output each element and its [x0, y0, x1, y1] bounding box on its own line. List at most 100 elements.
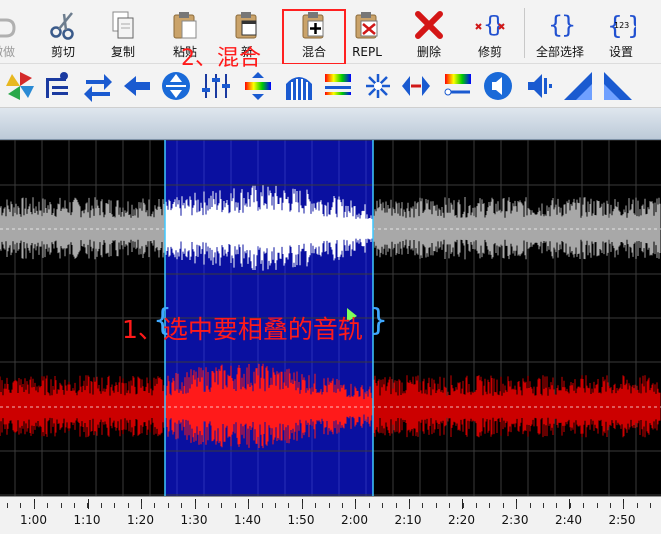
- select-all-button[interactable]: { } 全部选择: [530, 4, 590, 62]
- ruler-minor-tick: [342, 503, 343, 508]
- ruler-minor-tick: [409, 503, 410, 508]
- expand-vertical-icon[interactable]: [160, 70, 192, 102]
- ruler-minor-tick: [33, 503, 35, 508]
- ruler-minor-tick: [476, 503, 477, 508]
- selection-end-handle: }: [369, 303, 388, 338]
- effects-toolbar: [0, 64, 661, 108]
- cut-label: 剪切: [50, 45, 75, 59]
- settings-icon-text: 123: [614, 21, 629, 30]
- new-document-icon: [235, 12, 257, 39]
- undo-label: 撤做: [0, 45, 15, 59]
- ruler-minor-tick: [87, 503, 89, 508]
- ruler-minor-tick: [382, 503, 384, 508]
- copy-button[interactable]: 复制: [94, 4, 152, 62]
- replace-button[interactable]: REPL: [338, 4, 396, 62]
- ruler-minor-tick: [569, 503, 571, 508]
- ruler-minor-tick: [100, 503, 102, 508]
- copy-icon: [112, 11, 134, 39]
- ruler-minor-tick: [610, 503, 611, 508]
- noise-reduction-icon[interactable]: [362, 70, 394, 102]
- reverb-icon[interactable]: [283, 70, 315, 102]
- undo-button[interactable]: 撤做: [0, 4, 32, 62]
- time-ruler[interactable]: 1:00 1:10 1:20 1:30 1:40 1:50 2:00 2:10 2:20 2:30…: [0, 496, 661, 534]
- delete-label: 删除: [416, 45, 441, 59]
- ruler-minor-tick: [502, 503, 504, 508]
- effects-pinwheel-icon[interactable]: [4, 70, 36, 102]
- clipboard-icon: [173, 12, 197, 39]
- music-note-icon[interactable]: [42, 70, 74, 102]
- cut-button[interactable]: 剪切: [34, 4, 92, 62]
- equalizer-icon[interactable]: [200, 70, 232, 102]
- select-all-icon: { }: [548, 11, 575, 39]
- replace-label: REPL: [352, 45, 382, 59]
- ruler-label: 1:20: [127, 513, 154, 527]
- copy-label: 复制: [110, 45, 135, 59]
- arrow-left-icon[interactable]: [120, 70, 152, 102]
- trim-label: 修剪: [477, 45, 502, 59]
- delete-button[interactable]: 删除: [400, 4, 458, 62]
- ruler-minor-tick: [650, 503, 652, 508]
- ruler-minor-tick: [422, 503, 424, 508]
- trim-button[interactable]: { } 修剪: [461, 4, 519, 62]
- ruler-minor-tick: [114, 503, 116, 508]
- settings-button[interactable]: { } 123 设置: [592, 4, 650, 62]
- ruler-minor-tick: [127, 503, 129, 508]
- ruler-minor-tick: [154, 503, 156, 508]
- mix-button-highlight-box: [282, 9, 346, 65]
- ruler-minor-tick: [516, 503, 518, 508]
- ruler-minor-tick: [543, 503, 544, 508]
- ruler-minor-tick: [248, 503, 250, 508]
- swap-arrows-icon[interactable]: [82, 70, 114, 102]
- spectrum-icon[interactable]: [322, 70, 354, 102]
- ruler-minor-tick: [234, 503, 236, 508]
- settings-label: 设置: [608, 45, 633, 59]
- ruler-minor-tick: [7, 503, 8, 508]
- audio-editor-window: 撤做 剪切 复制: [0, 0, 661, 534]
- settings-icon: { } 123: [607, 11, 636, 40]
- ruler-label: 2:00: [341, 513, 368, 527]
- ruler-minor-tick: [435, 503, 437, 508]
- delete-icon: [415, 11, 443, 39]
- normalize-icon[interactable]: [400, 70, 432, 102]
- ruler-minor-tick: [60, 503, 62, 508]
- annotation-step2: 2、混合: [181, 46, 261, 71]
- main-toolbar: 撤做 剪切 复制: [0, 0, 661, 65]
- ruler-label: 1:00: [20, 513, 47, 527]
- fade-in-icon[interactable]: [562, 70, 594, 102]
- trim-icon: { }: [475, 13, 505, 38]
- ruler-minor-tick: [315, 503, 317, 508]
- ruler-minor-tick: [596, 503, 598, 508]
- ruler-minor-tick: [221, 503, 223, 508]
- annotation-step1: 1、选中要相叠的音轨: [122, 315, 363, 344]
- ruler-minor-tick: [368, 503, 370, 508]
- ruler-minor-tick: [395, 503, 397, 508]
- toolbar-separator: [524, 8, 525, 58]
- ruler-label: 2:50: [608, 513, 636, 527]
- ruler-minor-tick: [355, 503, 357, 508]
- ruler-label: 1:30: [180, 513, 208, 527]
- ruler-minor-tick: [47, 503, 49, 508]
- ruler-minor-tick: [462, 503, 464, 508]
- ruler-minor-tick: [141, 503, 142, 508]
- compress-icon[interactable]: [242, 70, 274, 102]
- scissors-icon: [50, 12, 74, 40]
- ruler-minor-tick: [167, 503, 169, 508]
- ruler-label: 2:20: [448, 513, 475, 527]
- ruler-minor-tick: [449, 503, 451, 508]
- select-all-label: 全部选择: [535, 45, 584, 59]
- ruler-minor-tick: [623, 503, 625, 508]
- speaker-icon[interactable]: [482, 70, 514, 102]
- ruler-label: 2:40: [555, 513, 582, 527]
- overview-strip[interactable]: [0, 108, 661, 140]
- ruler-minor-tick: [181, 503, 183, 508]
- amplify-icon[interactable]: [522, 70, 554, 102]
- ruler-minor-tick: [328, 503, 330, 508]
- ruler-label: 1:50: [287, 513, 315, 527]
- svg-text:}: }: [561, 11, 575, 39]
- ruler-minor-tick: [20, 503, 22, 508]
- fade-out-icon[interactable]: [602, 70, 634, 102]
- ruler-minor-tick: [583, 503, 585, 508]
- ruler-minor-tick: [529, 503, 531, 508]
- ruler-label: 1:40: [234, 513, 261, 527]
- pitch-icon[interactable]: [442, 70, 474, 102]
